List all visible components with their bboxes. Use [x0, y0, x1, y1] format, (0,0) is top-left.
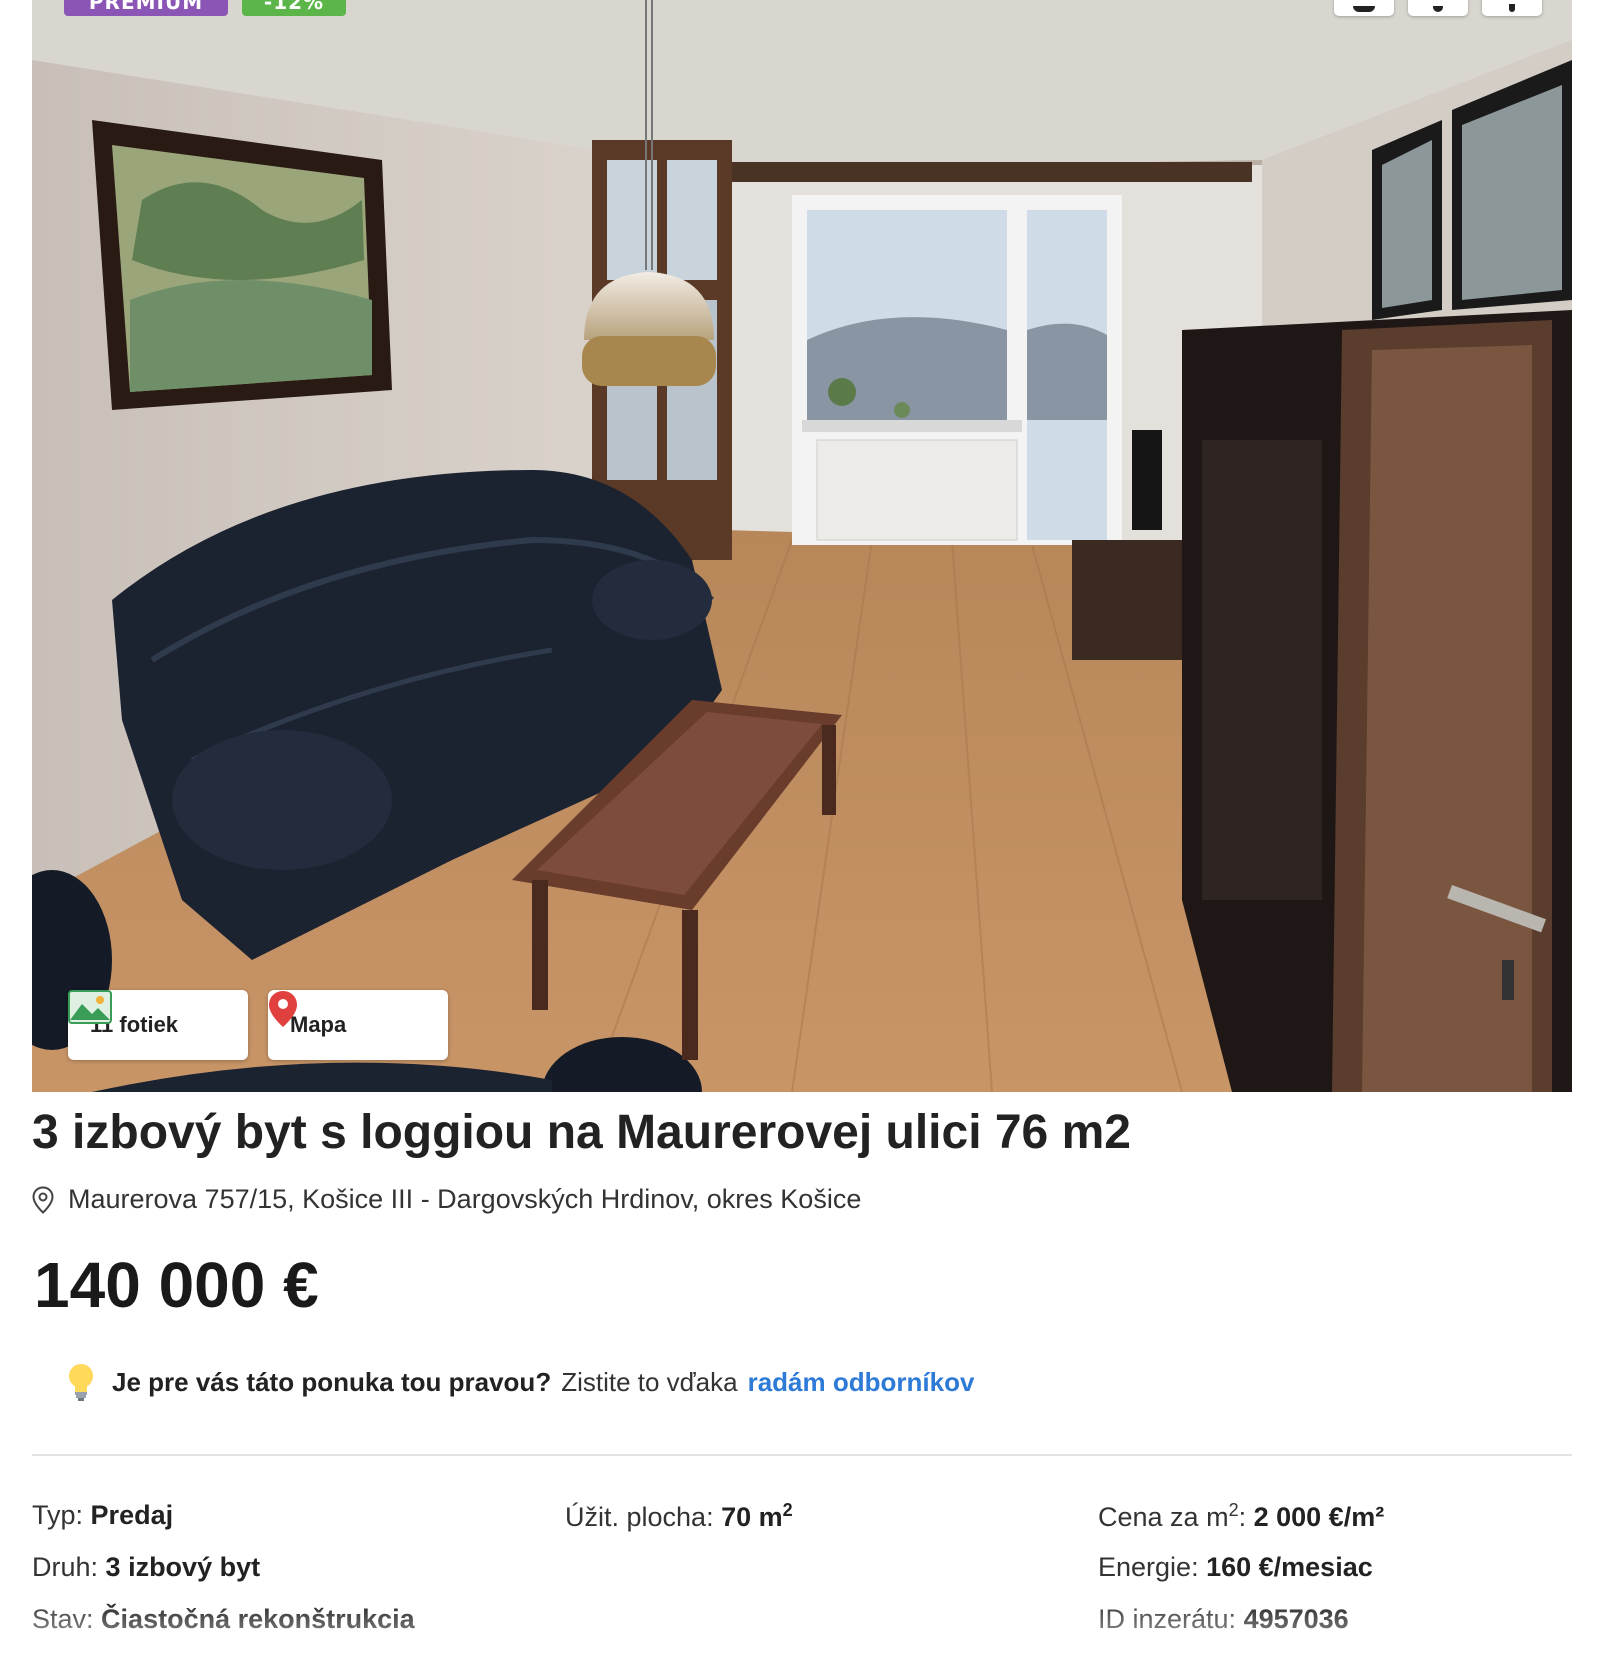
- share-icon: [1509, 4, 1515, 12]
- heart-icon: [1433, 6, 1443, 12]
- photos-button[interactable]: 11 fotiek: [68, 990, 248, 1060]
- param-energy: Energie: 160 €/mesiac: [1098, 1552, 1373, 1582]
- map-button[interactable]: Mapa: [268, 990, 448, 1060]
- tip-question: Je pre vás táto ponuka tou pravou?: [112, 1366, 552, 1397]
- listing-price: 140 000 €: [34, 1249, 319, 1321]
- listing-address: Maurerova 757/15, Košice III - Dargovský…: [32, 1184, 861, 1215]
- address-text: Maurerova 757/15, Košice III - Dargovský…: [68, 1184, 862, 1214]
- favorite-button[interactable]: [1408, 0, 1468, 16]
- location-icon: [32, 1185, 54, 1214]
- param-price-per-m2: Cena za m2: 2 000 €/m²: [1098, 1500, 1385, 1532]
- param-state: Stav: Čiastočná rekonštrukcia: [32, 1604, 415, 1634]
- tip-lead: Zistite to vďaka: [561, 1366, 738, 1397]
- section-divider: [32, 1454, 1572, 1456]
- lightbulb-icon: [66, 1362, 96, 1402]
- room-photo-illustration: [32, 0, 1572, 1092]
- expert-advice-link[interactable]: radám odborníkov: [748, 1367, 975, 1398]
- discount-badge: -12%: [242, 0, 346, 16]
- expert-tip: Je pre vás táto ponuka tou pravou? Zisti…: [66, 1362, 974, 1402]
- param-listing-id: ID inzerátu: 4957036: [1098, 1604, 1349, 1634]
- listing-title: 3 izbový byt s loggiou na Maurerovej uli…: [32, 1106, 1131, 1159]
- map-label: Mapa: [290, 1012, 347, 1037]
- param-usable-area: Úžit. plocha: 70 m2: [565, 1500, 793, 1532]
- view-360-icon: [1353, 6, 1375, 12]
- view-360-button[interactable]: [1334, 0, 1394, 16]
- param-kind: Druh: 3 izbový byt: [32, 1552, 261, 1582]
- param-type: Typ: Predaj: [32, 1500, 174, 1530]
- premium-badge: PREMIUM: [64, 0, 228, 16]
- listing-photo[interactable]: PREMIUM -12% 11 fotiek Mapa: [32, 0, 1572, 1092]
- share-button[interactable]: [1482, 0, 1542, 16]
